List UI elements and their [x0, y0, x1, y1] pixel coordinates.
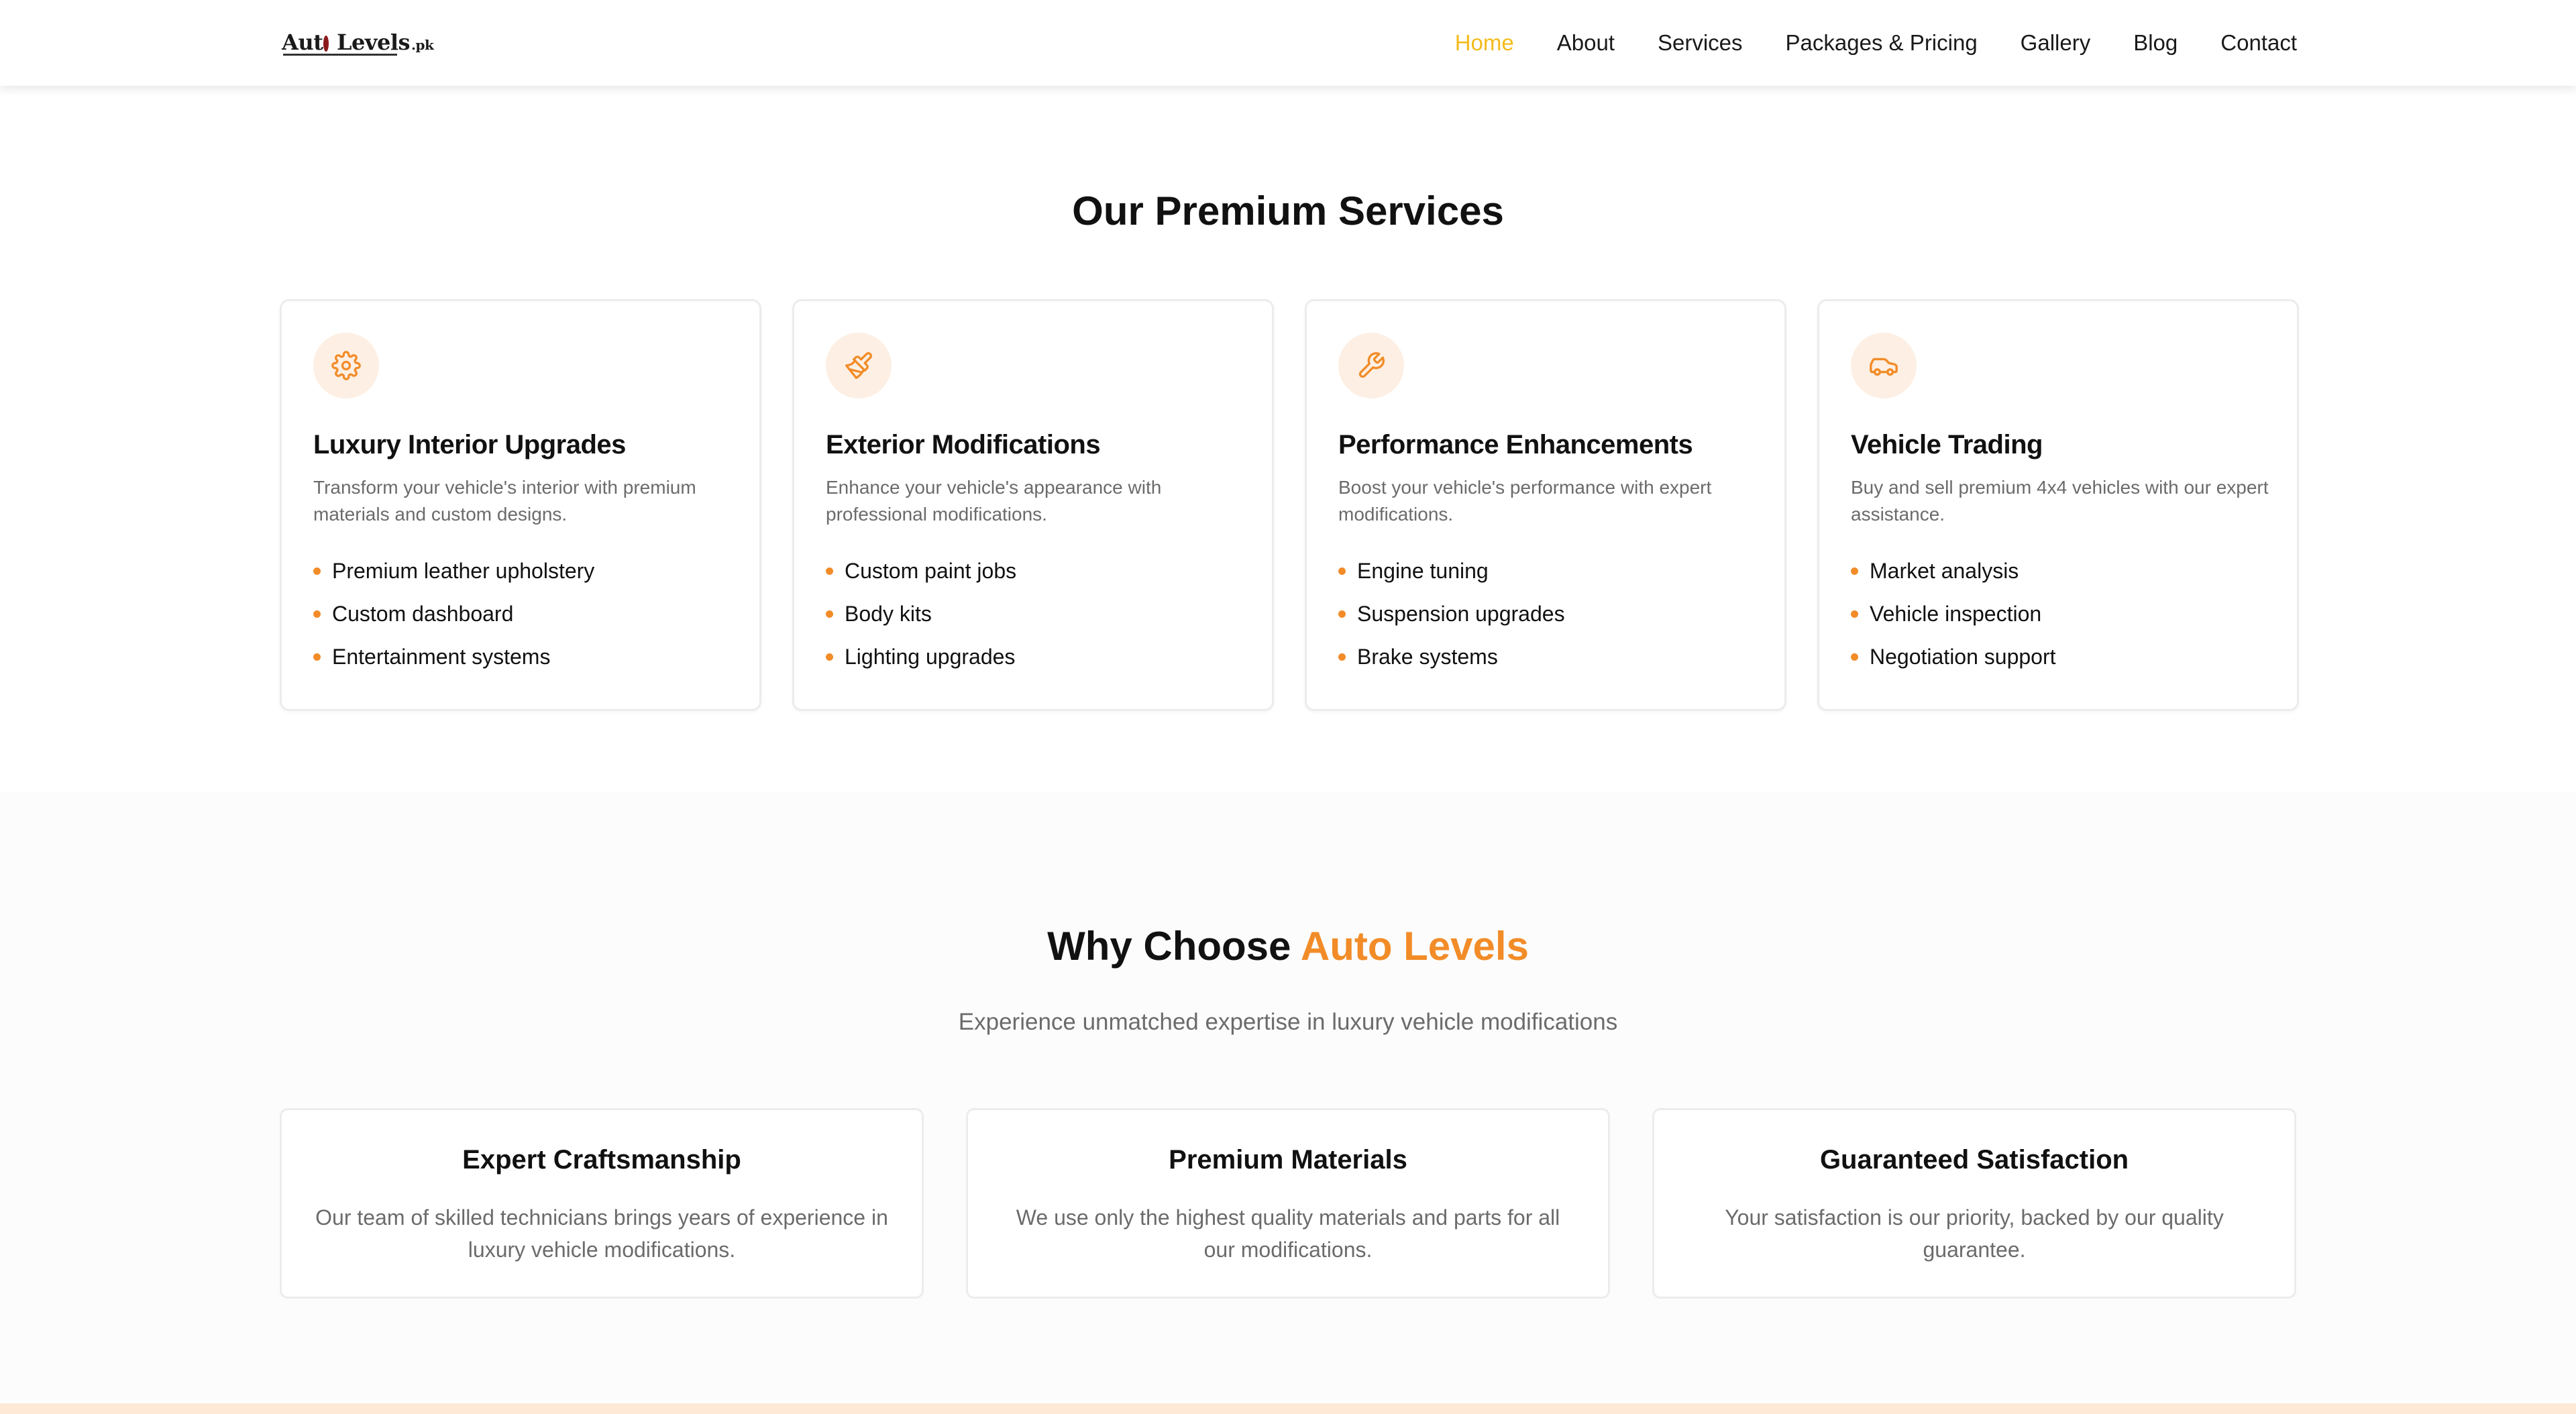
service-card-interior: Luxury Interior Upgrades Transform your …	[280, 299, 761, 711]
feature-description: Your satisfaction is our priority, backe…	[1725, 1205, 2224, 1262]
list-item: Premium leather upholstery	[313, 557, 594, 600]
site-header: Aut Levels .pk Home About Services Packag…	[0, 0, 2576, 86]
service-card-performance: Performance Enhancements Boost your vehi…	[1305, 299, 1786, 711]
list-item-label: Brake systems	[1357, 645, 1498, 669]
logo-wheel-icon	[323, 36, 329, 52]
why-choose-subtitle: Experience unmatched expertise in luxury…	[958, 1009, 1618, 1035]
why-title-accent: Auto Levels	[1300, 924, 1529, 969]
service-feature-list: Custom paint jobs Body kits Lighting upg…	[826, 557, 1016, 686]
main-nav: Home About Services Packages & Pricing G…	[1455, 30, 2297, 56]
bullet-icon	[826, 610, 833, 618]
feature-card-craftsmanship: Expert Craftsmanship Our team of skilled…	[280, 1108, 924, 1299]
feature-description: Our team of skilled technicians brings y…	[315, 1205, 888, 1262]
service-card-title: Exterior Modifications	[826, 430, 1101, 459]
nav-services[interactable]: Services	[1658, 30, 1743, 56]
nav-about[interactable]: About	[1557, 30, 1615, 56]
next-section-edge	[0, 1403, 2576, 1414]
list-item-label: Market analysis	[1870, 559, 2019, 583]
service-card-trading: Vehicle Trading Buy and sell premium 4x4…	[1817, 299, 2299, 711]
list-item-label: Lighting upgrades	[845, 645, 1016, 669]
wrench-icon	[1338, 333, 1404, 398]
list-item: Entertainment systems	[313, 643, 594, 686]
service-feature-list: Premium leather upholstery Custom dashbo…	[313, 557, 594, 686]
list-item: Custom dashboard	[313, 600, 594, 643]
nav-gallery[interactable]: Gallery	[2021, 30, 2091, 56]
feature-card-satisfaction: Guaranteed Satisfaction Your satisfactio…	[1652, 1108, 2296, 1299]
gear-icon	[313, 333, 379, 398]
car-icon	[1851, 333, 1917, 398]
list-item-label: Premium leather upholstery	[332, 559, 595, 583]
logo-text-start: Aut	[282, 30, 323, 55]
service-feature-list: Market analysis Vehicle inspection Negot…	[1851, 557, 2056, 686]
logo-text-pk: .pk	[411, 37, 434, 53]
list-item-label: Engine tuning	[1357, 559, 1489, 583]
logo-underline	[283, 54, 397, 56]
list-item: Engine tuning	[1338, 557, 1565, 600]
feature-description: We use only the highest quality material…	[1016, 1205, 1560, 1262]
list-item: Negotiation support	[1851, 643, 2056, 686]
why-choose-section	[0, 792, 2576, 1401]
bullet-icon	[1851, 653, 1858, 661]
why-title-prefix: Why Choose	[1047, 924, 1301, 969]
nav-home[interactable]: Home	[1455, 30, 1514, 56]
bullet-icon	[826, 567, 833, 575]
service-card-description: Buy and sell premium 4x4 vehicles with o…	[1851, 477, 2269, 525]
list-item: Lighting upgrades	[826, 643, 1016, 686]
list-item: Vehicle inspection	[1851, 600, 2056, 643]
service-card-title: Performance Enhancements	[1338, 430, 1693, 459]
list-item: Custom paint jobs	[826, 557, 1016, 600]
service-card-title: Luxury Interior Upgrades	[313, 430, 626, 459]
list-item-label: Vehicle inspection	[1870, 602, 2042, 626]
list-item-label: Suspension upgrades	[1357, 602, 1565, 626]
service-card-exterior: Exterior Modifications Enhance your vehi…	[792, 299, 1274, 711]
bullet-icon	[313, 567, 321, 575]
list-item-label: Negotiation support	[1870, 645, 2056, 669]
list-item-label: Entertainment systems	[332, 645, 551, 669]
service-card-title: Vehicle Trading	[1851, 430, 2043, 459]
list-item: Market analysis	[1851, 557, 2056, 600]
bullet-icon	[826, 653, 833, 661]
list-item-label: Custom paint jobs	[845, 559, 1017, 583]
list-item: Body kits	[826, 600, 1016, 643]
bullet-icon	[1338, 567, 1346, 575]
bullet-icon	[313, 653, 321, 661]
list-item-label: Custom dashboard	[332, 602, 514, 626]
service-card-description: Enhance your vehicle's appearance with p…	[826, 477, 1162, 525]
feature-card-materials: Premium Materials We use only the highes…	[966, 1108, 1610, 1299]
feature-title: Expert Craftsmanship	[462, 1145, 741, 1175]
list-item-label: Body kits	[845, 602, 932, 626]
bullet-icon	[313, 610, 321, 618]
service-card-description: Transform your vehicle's interior with p…	[313, 477, 696, 525]
nav-blog[interactable]: Blog	[2133, 30, 2178, 56]
why-choose-title: Why Choose Auto Levels	[0, 923, 2576, 969]
bullet-icon	[1851, 610, 1858, 618]
list-item: Suspension upgrades	[1338, 600, 1565, 643]
nav-contact[interactable]: Contact	[2220, 30, 2297, 56]
bullet-icon	[1338, 653, 1346, 661]
bullet-icon	[1338, 610, 1346, 618]
services-title: Our Premium Services	[1072, 188, 1504, 233]
list-item: Brake systems	[1338, 643, 1565, 686]
paintbrush-icon	[826, 333, 892, 398]
logo-text-levels: Levels	[337, 30, 410, 55]
feature-title: Guaranteed Satisfaction	[1819, 1145, 2129, 1175]
nav-packages-pricing[interactable]: Packages & Pricing	[1786, 30, 1978, 56]
service-feature-list: Engine tuning Suspension upgrades Brake …	[1338, 557, 1565, 686]
feature-title: Premium Materials	[1169, 1145, 1407, 1175]
bullet-icon	[1851, 567, 1858, 575]
service-card-description: Boost your vehicle's performance with ex…	[1338, 477, 1712, 525]
